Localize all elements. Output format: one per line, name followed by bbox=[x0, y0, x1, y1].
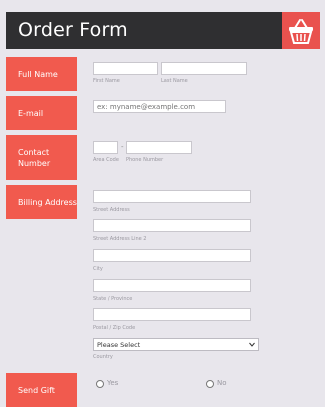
form-header: Order Form bbox=[6, 12, 320, 49]
gift-no-radio[interactable] bbox=[206, 380, 214, 388]
first-name-input[interactable] bbox=[93, 62, 158, 75]
state-province-sublabel: State / Province bbox=[93, 296, 133, 302]
chevron-down-icon bbox=[249, 342, 255, 347]
postal-code-sublabel: Postal / Zip Code bbox=[93, 325, 136, 331]
country-sublabel: Country bbox=[93, 354, 113, 360]
country-select-value: Please Select bbox=[97, 340, 141, 349]
street-address-sublabel: Street Address bbox=[93, 207, 130, 213]
billing-address-label-text: Billing Address bbox=[18, 197, 77, 207]
gift-yes-label: Yes bbox=[107, 379, 119, 387]
email-label-text: E-mail bbox=[18, 108, 44, 118]
form-title: Order Form bbox=[18, 19, 128, 41]
city-sublabel: City bbox=[93, 266, 103, 272]
street-address-line2-input[interactable] bbox=[93, 219, 251, 232]
basket-icon bbox=[289, 19, 313, 44]
area-code-input[interactable] bbox=[93, 141, 118, 154]
country-select[interactable]: Please Select bbox=[93, 338, 259, 351]
postal-code-input[interactable] bbox=[93, 308, 251, 321]
last-name-input[interactable] bbox=[161, 62, 247, 75]
phone-number-input[interactable] bbox=[126, 141, 192, 154]
street-address-input[interactable] bbox=[93, 190, 251, 203]
email-input[interactable] bbox=[93, 100, 226, 113]
last-name-sublabel: Last Name bbox=[161, 78, 188, 84]
gift-no-label: No bbox=[217, 379, 227, 387]
street-address-line2-sublabel: Street Address Line 2 bbox=[93, 236, 147, 242]
area-code-sublabel: Area Code bbox=[93, 157, 119, 163]
state-province-input[interactable] bbox=[93, 279, 251, 292]
billing-address-label: Billing Address bbox=[6, 185, 77, 219]
first-name-sublabel: First Name bbox=[93, 78, 120, 84]
contact-number-label: Contact Number bbox=[6, 135, 77, 180]
basket-icon-box bbox=[282, 12, 320, 49]
email-label: E-mail bbox=[6, 96, 77, 130]
full-name-label: Full Name bbox=[6, 57, 77, 91]
city-input[interactable] bbox=[93, 249, 251, 262]
send-gift-label-text: Send Gift bbox=[18, 385, 55, 395]
phone-dash: - bbox=[121, 143, 124, 151]
contact-number-label-text: Contact Number bbox=[18, 147, 51, 168]
gift-yes-radio[interactable] bbox=[96, 380, 104, 388]
phone-number-sublabel: Phone Number bbox=[126, 157, 164, 163]
send-gift-label: Send Gift bbox=[6, 373, 77, 407]
full-name-label-text: Full Name bbox=[18, 69, 58, 79]
